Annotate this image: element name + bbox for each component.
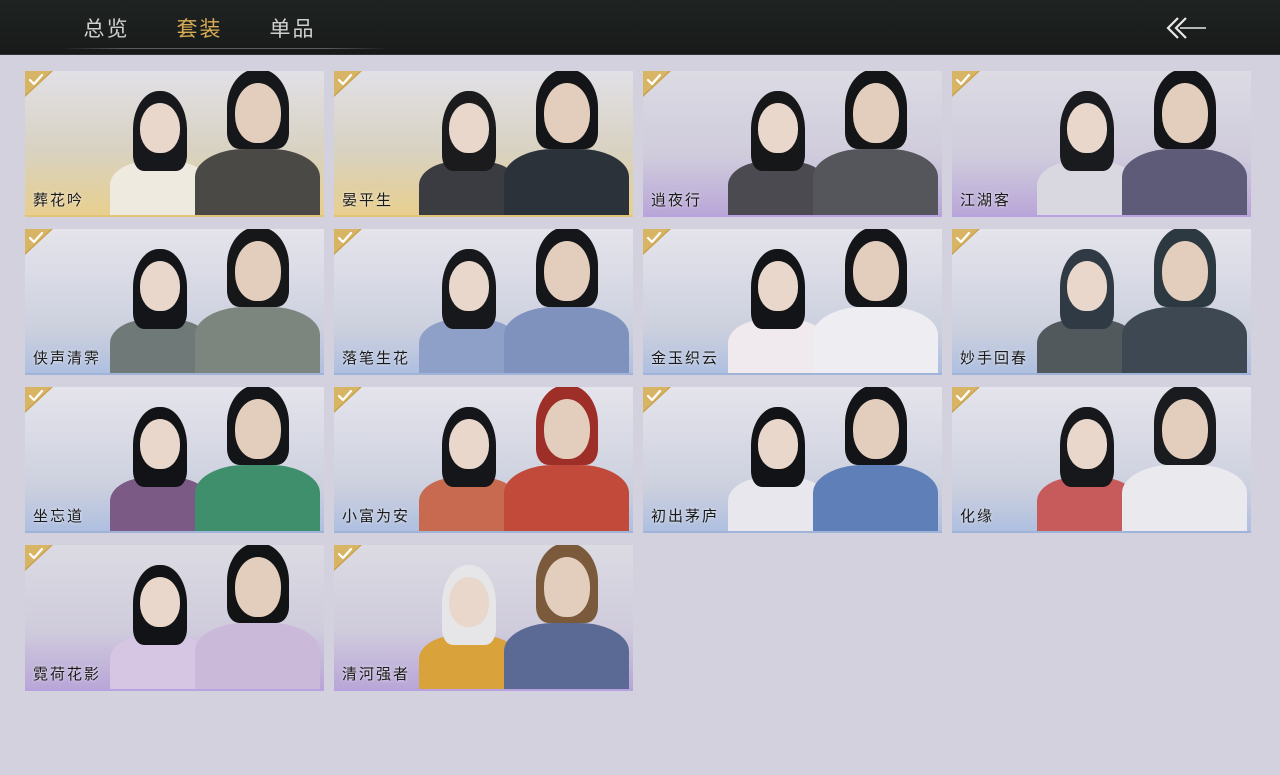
- male-character-portrait: [813, 229, 938, 373]
- tab-sets[interactable]: 套装: [153, 0, 246, 55]
- outfit-card[interactable]: 初出茅庐: [643, 387, 942, 533]
- outfit-card[interactable]: 妙手回春: [952, 229, 1251, 375]
- outfit-name: 妙手回春: [960, 349, 1029, 367]
- owned-check-icon: [25, 387, 53, 413]
- male-character-portrait: [195, 545, 320, 689]
- owned-check-icon: [952, 387, 980, 413]
- owned-check-icon: [334, 229, 362, 255]
- male-character-portrait: [195, 387, 320, 531]
- tab-divider: [60, 48, 390, 49]
- outfit-card[interactable]: 小富为安: [334, 387, 633, 533]
- outfit-card[interactable]: 金玉织云: [643, 229, 942, 375]
- tab-bar: 总览 套装 单品: [60, 0, 339, 55]
- male-character-portrait: [813, 387, 938, 531]
- outfit-card[interactable]: 晏平生: [334, 71, 633, 217]
- owned-check-icon: [334, 545, 362, 571]
- owned-check-icon: [643, 229, 671, 255]
- outfit-card[interactable]: 坐忘道: [25, 387, 324, 533]
- owned-check-icon: [952, 229, 980, 255]
- owned-check-icon: [25, 71, 53, 97]
- outfit-card[interactable]: 江湖客: [952, 71, 1251, 217]
- outfit-card[interactable]: 落笔生花: [334, 229, 633, 375]
- outfit-name: 霓荷花影: [33, 665, 102, 683]
- male-character-portrait: [1122, 387, 1247, 531]
- tab-overview[interactable]: 总览: [60, 0, 153, 55]
- outfit-card[interactable]: 侠声清霁: [25, 229, 324, 375]
- back-arrow-icon: [1166, 17, 1206, 39]
- male-character-portrait: [195, 71, 320, 215]
- male-character-portrait: [504, 545, 629, 689]
- outfit-card[interactable]: 化缘: [952, 387, 1251, 533]
- outfit-card[interactable]: 霓荷花影: [25, 545, 324, 691]
- outfit-card[interactable]: 清河强者: [334, 545, 633, 691]
- outfit-name: 小富为安: [342, 507, 411, 525]
- outfit-name: 江湖客: [960, 191, 1012, 209]
- owned-check-icon: [643, 387, 671, 413]
- owned-check-icon: [25, 229, 53, 255]
- owned-check-icon: [334, 71, 362, 97]
- male-character-portrait: [504, 71, 629, 215]
- male-character-portrait: [504, 229, 629, 373]
- outfit-name: 晏平生: [342, 191, 394, 209]
- outfit-set-grid: 葬花吟 晏平生 逍夜行 江湖客侠声清霁 落笔生花 金玉织云 妙手回春坐忘道 小富为安 初出茅庐 化…: [25, 71, 1251, 693]
- back-button[interactable]: [1160, 14, 1212, 42]
- outfit-name: 初出茅庐: [651, 507, 720, 525]
- owned-check-icon: [952, 71, 980, 97]
- male-character-portrait: [195, 229, 320, 373]
- outfit-name: 金玉织云: [651, 349, 720, 367]
- outfit-name: 落笔生花: [342, 349, 411, 367]
- outfit-name: 逍夜行: [651, 191, 703, 209]
- owned-check-icon: [25, 545, 53, 571]
- male-character-portrait: [1122, 229, 1247, 373]
- outfit-card[interactable]: 逍夜行: [643, 71, 942, 217]
- outfit-name: 化缘: [960, 507, 995, 525]
- owned-check-icon: [643, 71, 671, 97]
- male-character-portrait: [1122, 71, 1247, 215]
- outfit-name: 清河强者: [342, 665, 411, 683]
- tab-items[interactable]: 单品: [246, 0, 339, 55]
- male-character-portrait: [504, 387, 629, 531]
- outfit-name: 坐忘道: [33, 507, 85, 525]
- male-character-portrait: [813, 71, 938, 215]
- top-bar: 总览 套装 单品: [0, 0, 1280, 55]
- outfit-name: 侠声清霁: [33, 349, 102, 367]
- outfit-name: 葬花吟: [33, 191, 85, 209]
- outfit-card[interactable]: 葬花吟: [25, 71, 324, 217]
- owned-check-icon: [334, 387, 362, 413]
